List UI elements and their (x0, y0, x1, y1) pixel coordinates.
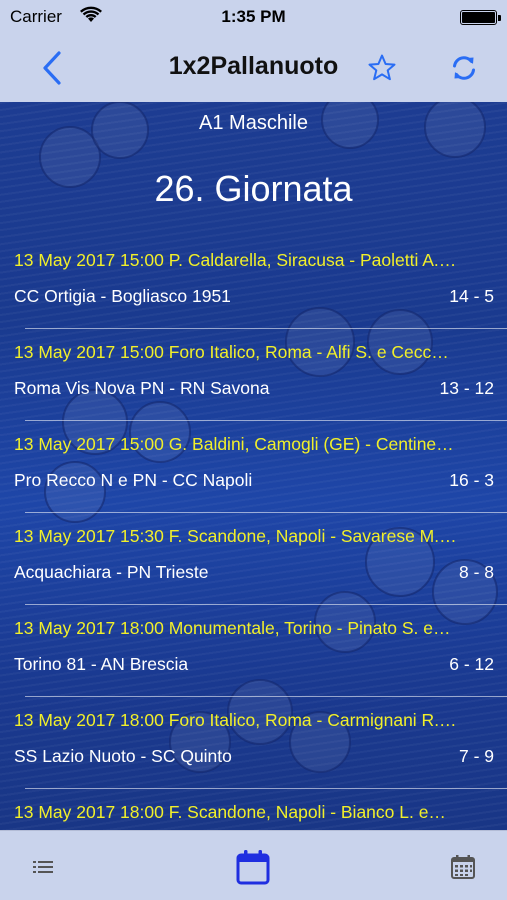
list-item[interactable]: 13 May 2017 15:00 P. Caldarella, Siracus… (0, 244, 507, 336)
league-name: A1 Maschile (199, 112, 308, 134)
navigation-bar: 1x2Pallanuoto (0, 34, 507, 102)
row-divider (25, 512, 507, 513)
match-score: 16 - 3 (449, 470, 494, 490)
match-info: 13 May 2017 15:00 Foro Italico, Roma - A… (14, 342, 449, 362)
round-results-view[interactable]: A1 Maschile 26. Giornata 13 May 2017 15:… (0, 102, 507, 830)
row-divider (25, 420, 507, 421)
list-item[interactable]: 13 May 2017 18:00 Foro Italico, Roma - C… (0, 704, 507, 796)
match-score: 6 - 12 (449, 654, 494, 674)
match-teams: SS Lazio Nuoto - SC Quinto (14, 746, 232, 766)
status-bar: Carrier 1:35 PM (0, 0, 507, 34)
clock: 1:35 PM (221, 7, 286, 26)
list-icon (33, 861, 53, 873)
match-teams: Acquachiara - PN Trieste (14, 562, 209, 582)
row-divider (25, 696, 507, 697)
row-divider (25, 604, 507, 605)
match-info: 13 May 2017 15:00 P. Caldarella, Siracus… (14, 250, 457, 270)
match-teams: Roma Vis Nova PN - RN Savona (14, 378, 270, 398)
row-divider (25, 328, 507, 329)
list-item[interactable]: 13 May 2017 15:00 Foro Italico, Roma - A… (0, 336, 507, 428)
top-bar: Carrier 1:35 PM 1x2Pallanuoto (0, 0, 507, 102)
list-item[interactable]: 13 May 2017 15:30 F. Scandone, Napoli - … (0, 520, 507, 612)
list-item[interactable]: 13 May 2017 18:00 Monumentale, Torino - … (0, 612, 507, 704)
match-info: 13 May 2017 15:30 F. Scandone, Napoli - … (14, 526, 457, 546)
match-info: 13 May 2017 18:00 F. Scandone, Napoli - … (14, 802, 446, 822)
match-score: 13 - 12 (439, 378, 494, 398)
list-item[interactable]: 13 May 2017 15:00 G. Baldini, Camogli (G… (0, 428, 507, 520)
favorite-button[interactable] (362, 48, 402, 88)
list-item[interactable]: 13 May 2017 18:00 F. Scandone, Napoli - … (0, 796, 507, 830)
round-title: 26. Giornata (154, 168, 353, 209)
match-teams: Torino 81 - AN Brescia (14, 654, 189, 674)
tab-bar (0, 830, 507, 900)
match-teams: Pro Recco N e PN - CC Napoli (14, 470, 253, 490)
match-score: 8 - 8 (458, 562, 494, 582)
refresh-icon (453, 56, 475, 80)
match-info: 13 May 2017 15:00 G. Baldini, Camogli (G… (14, 434, 454, 454)
calendar-grid-icon (451, 855, 475, 879)
tab-calendar[interactable] (231, 845, 275, 889)
match-list[interactable]: 13 May 2017 15:00 P. Caldarella, Siracus… (0, 244, 507, 830)
tab-calendar-grid[interactable] (441, 845, 485, 889)
calendar-icon (236, 850, 270, 885)
tab-list[interactable] (21, 845, 65, 889)
match-teams: CC Ortigia - Bogliasco 1951 (14, 286, 231, 306)
match-info: 13 May 2017 18:00 Monumentale, Torino - … (14, 618, 451, 638)
battery-icon (460, 10, 501, 25)
page-title: 1x2Pallanuoto (168, 52, 339, 80)
match-score: 7 - 9 (458, 746, 494, 766)
match-score: 14 - 5 (449, 286, 494, 306)
row-divider (25, 788, 507, 789)
refresh-button[interactable] (444, 48, 484, 88)
match-info: 13 May 2017 18:00 Foro Italico, Roma - C… (14, 710, 457, 730)
star-outline-icon (368, 54, 396, 81)
